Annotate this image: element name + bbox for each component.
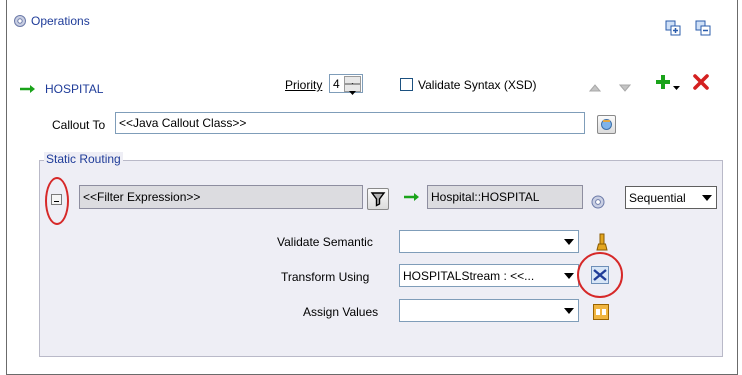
target-gear-icon[interactable] xyxy=(590,194,606,210)
operations-title: Operations xyxy=(31,14,90,28)
filter-expression-text: <<Filter Expression>> xyxy=(83,190,201,204)
add-dropdown-chevron-icon[interactable] xyxy=(673,80,681,90)
chevron-down-icon[interactable] xyxy=(564,273,574,279)
callout-value: <<Java Callout Class>> xyxy=(119,116,247,130)
chevron-down-icon[interactable] xyxy=(564,308,574,314)
operations-gear-icon xyxy=(13,14,27,28)
callout-label: Callout To xyxy=(52,118,106,132)
filter-expression-field[interactable]: <<Filter Expression>> xyxy=(79,185,363,209)
assign-values-select[interactable] xyxy=(399,299,579,322)
route-arrow-icon xyxy=(403,191,421,201)
validate-semantic-select[interactable] xyxy=(399,230,579,253)
transform-using-label: Transform Using xyxy=(281,270,370,284)
chevron-down-icon[interactable] xyxy=(564,239,574,245)
routing-target-field: Hospital::HOSPITAL xyxy=(427,185,583,209)
priority-value: 4 xyxy=(333,77,340,91)
transform-using-select[interactable]: HOSPITALStream : <<... xyxy=(399,264,579,287)
routing-mode-select[interactable]: Sequential xyxy=(625,186,717,209)
routing-mode-value: Sequential xyxy=(629,191,686,205)
collapse-toggle-button[interactable] xyxy=(51,194,62,205)
transform-mapper-icon[interactable] xyxy=(591,266,609,284)
operation-arrow-icon xyxy=(19,83,37,93)
filter-funnel-icon xyxy=(370,192,386,207)
expand-all-icon[interactable] xyxy=(665,20,681,36)
static-routing-legend: Static Routing xyxy=(44,152,123,166)
spinner-up-button[interactable] xyxy=(344,76,361,87)
move-up-icon[interactable] xyxy=(588,81,602,92)
chevron-down-icon[interactable] xyxy=(702,195,712,201)
spinner-down-button[interactable] xyxy=(344,84,361,95)
delete-icon[interactable] xyxy=(693,74,709,90)
collapse-all-icon[interactable] xyxy=(695,20,711,36)
validate-syntax-label: Validate Syntax (XSD) xyxy=(418,78,537,92)
transform-using-value: HOSPITALStream : <<... xyxy=(403,269,535,283)
validate-semantic-label: Validate Semantic xyxy=(277,235,373,249)
browse-callout-button[interactable] xyxy=(597,115,616,134)
operations-panel: Operations HOSPITAL Priority 4 Validate … xyxy=(6,0,738,375)
operation-name[interactable]: HOSPITAL xyxy=(45,82,103,96)
add-icon[interactable] xyxy=(655,74,671,90)
edit-filter-button[interactable] xyxy=(367,188,389,210)
assign-values-label: Assign Values xyxy=(303,305,379,319)
priority-spinner[interactable]: 4 xyxy=(329,74,363,95)
callout-input[interactable]: <<Java Callout Class>> xyxy=(115,112,585,134)
browse-icon xyxy=(601,119,612,130)
move-down-icon[interactable] xyxy=(618,81,632,92)
assign-values-icon[interactable] xyxy=(593,304,609,320)
priority-label: Priority xyxy=(285,78,323,92)
validate-syntax-checkbox[interactable] xyxy=(400,78,413,91)
validate-semantic-icon[interactable] xyxy=(595,232,609,252)
routing-target-text: Hospital::HOSPITAL xyxy=(431,190,540,204)
